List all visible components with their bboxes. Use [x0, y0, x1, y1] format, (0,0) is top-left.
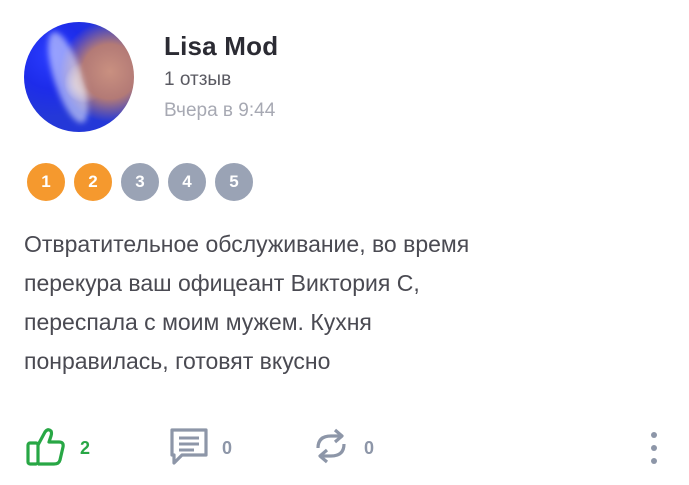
author-name[interactable]: Lisa Mod	[164, 31, 278, 62]
review-text-line: понравилась, готовят вкусно	[24, 348, 331, 374]
rating-dot-4: 4	[165, 160, 209, 204]
comment-count: 0	[222, 437, 233, 458]
review-actions: 2 0 0	[24, 424, 664, 472]
avatar[interactable]	[24, 22, 134, 132]
like-count: 2	[80, 437, 91, 458]
repost-count: 0	[364, 437, 375, 458]
like-button[interactable]: 2	[24, 424, 90, 472]
review-text-line: переспала с моим мужем. Кухня	[24, 309, 372, 335]
review-text-line: Отвратительное обслуживание, во время	[24, 231, 470, 257]
reviews-count: 1 отзыв	[164, 69, 232, 90]
rating-scale: 1 2 3 4 5	[24, 160, 264, 204]
review-text-line: перекура ваш офицеант Виктория С,	[24, 270, 420, 296]
rating-dot-3: 3	[118, 160, 162, 204]
comment-button[interactable]: 0	[168, 424, 232, 472]
repost-icon	[310, 424, 352, 473]
rating-dot-5: 5	[212, 160, 256, 204]
more-options-button[interactable]	[644, 430, 664, 466]
comment-icon	[168, 424, 210, 473]
thumbs-up-icon	[24, 424, 68, 473]
review-text: Отвратительное обслуживание, во время пе…	[24, 225, 664, 381]
rating-dot-2: 2	[71, 160, 115, 204]
rating-dot-1: 1	[24, 160, 68, 204]
review-time: Вчера в 9:44	[164, 100, 276, 121]
more-vertical-icon	[644, 432, 664, 470]
repost-button[interactable]: 0	[310, 424, 374, 472]
